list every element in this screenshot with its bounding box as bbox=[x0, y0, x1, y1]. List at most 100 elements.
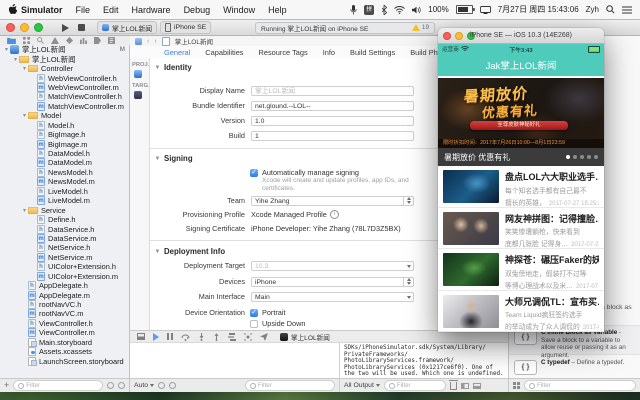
tab-build-settings[interactable]: Build Settings bbox=[350, 48, 395, 57]
upside-down-checkbox[interactable] bbox=[250, 319, 258, 328]
spotlight-search-icon[interactable] bbox=[606, 5, 615, 14]
debug-process-chip[interactable]: 掌上LOL新闻 bbox=[280, 332, 330, 342]
library-filter-field[interactable]: Filter bbox=[524, 380, 636, 391]
user-name[interactable]: Zyh bbox=[586, 5, 599, 14]
bluetooth-icon[interactable] bbox=[381, 4, 388, 15]
deployment-target-combo[interactable]: 10.3 bbox=[251, 260, 414, 271]
page-dot[interactable] bbox=[566, 155, 570, 159]
file-row-appdelegate-h[interactable]: h AppDelegate.h bbox=[0, 281, 129, 291]
file-row-viewcontroller-m[interactable]: m ViewController.m bbox=[0, 328, 129, 338]
menu-file[interactable]: File bbox=[76, 5, 91, 15]
forward-button[interactable]: › bbox=[154, 38, 156, 45]
input-method-icon[interactable]: 拼 bbox=[364, 4, 375, 15]
signing-section-header[interactable]: ▼ Signing bbox=[154, 154, 193, 163]
issue-navigator-icon[interactable] bbox=[51, 36, 59, 44]
file-row-uicolor-extension-m[interactable]: m UIColor+Extension.m bbox=[0, 271, 129, 281]
window-close-button[interactable] bbox=[6, 23, 15, 32]
warning-count-badge[interactable]: 19 bbox=[411, 24, 429, 32]
auto-signing-checkbox[interactable]: ✓ bbox=[250, 168, 258, 177]
file-row-launchscreen-storyboard[interactable]: LaunchScreen.storyboard bbox=[0, 356, 129, 366]
console-filter-field[interactable]: Filter bbox=[383, 380, 446, 391]
variables-filter-field[interactable]: Filter bbox=[245, 380, 335, 391]
view-debugger-button[interactable] bbox=[228, 332, 236, 341]
show-only-run-icon[interactable] bbox=[157, 382, 165, 389]
window-zoom-button[interactable] bbox=[34, 23, 43, 32]
recent-files-filter-icon[interactable] bbox=[107, 382, 114, 389]
page-dot[interactable] bbox=[587, 155, 591, 159]
hide-debug-area-button[interactable] bbox=[137, 333, 145, 340]
clear-console-button[interactable] bbox=[448, 379, 458, 390]
file-row-rootnavvc-m[interactable]: m rootNavVC.m bbox=[0, 309, 129, 319]
library-selector-icon[interactable] bbox=[513, 382, 520, 389]
scheme-selector[interactable]: 掌上LOL新闻 bbox=[97, 21, 158, 34]
project-item-icon[interactable] bbox=[134, 70, 142, 78]
file-row-model[interactable]: ▾ Model bbox=[0, 111, 129, 120]
file-row-define-h[interactable]: h Define.h bbox=[0, 215, 129, 225]
file-row-netservice-m[interactable]: m NetService.m bbox=[0, 252, 129, 262]
file-row-dataservice-h[interactable]: h DataService.h bbox=[0, 224, 129, 234]
file-row-matchviewcontroller-h[interactable]: h MatchViewController.h bbox=[0, 92, 129, 102]
simulate-location-button[interactable] bbox=[260, 332, 268, 341]
file-row-livemodel-h[interactable]: h LiveModel.h bbox=[0, 186, 129, 196]
file-row-model-h[interactable]: h Model.h bbox=[0, 120, 129, 130]
file-row-newsmodel-h[interactable]: h NewsModel.h bbox=[0, 167, 129, 177]
navigator-filter-field[interactable]: Filter bbox=[13, 380, 103, 391]
deployment-section-header[interactable]: ▼ Deployment Info bbox=[154, 247, 226, 256]
project-navigator-icon[interactable] bbox=[7, 37, 16, 44]
file-row-controller[interactable]: ▾ Controller bbox=[0, 64, 129, 73]
version-field[interactable]: 1.0 bbox=[251, 115, 414, 126]
scm-status-filter-icon[interactable] bbox=[118, 382, 125, 389]
debug-navigator-icon[interactable] bbox=[80, 37, 87, 44]
news-item[interactable]: 神探苍：碾压Faker的妖… 双兔傍地走，假装打不过等等博心理战术以及米…2017… bbox=[438, 249, 604, 291]
volume-icon[interactable] bbox=[412, 6, 421, 14]
file-row-datamodel-m[interactable]: m DataModel.m bbox=[0, 158, 129, 168]
file-row-datamodel-h[interactable]: h DataModel.h bbox=[0, 149, 129, 159]
stop-button[interactable] bbox=[78, 24, 85, 31]
battery-icon[interactable] bbox=[455, 5, 475, 14]
page-dot[interactable] bbox=[594, 155, 598, 159]
tab-capabilities[interactable]: Capabilities bbox=[205, 48, 243, 57]
jump-bar-item[interactable]: 掌上LOL新闻 bbox=[175, 36, 213, 46]
console-scope-menu[interactable]: All Output bbox=[344, 382, 380, 389]
disclosure-triangle[interactable]: ▾ bbox=[21, 207, 28, 214]
file-row-dataservice-m[interactable]: m DataService.m bbox=[0, 233, 129, 243]
wifi-icon[interactable] bbox=[394, 5, 406, 14]
back-button[interactable]: ‹ bbox=[147, 38, 149, 45]
pause-button[interactable] bbox=[167, 333, 173, 340]
build-field[interactable]: 1 bbox=[251, 130, 414, 141]
tab-resource-tags[interactable]: Resource Tags bbox=[259, 48, 308, 57]
menu-simulator[interactable]: Simulator bbox=[21, 5, 63, 15]
tab-general[interactable]: General bbox=[164, 48, 190, 57]
step-out-button[interactable] bbox=[213, 332, 220, 341]
symbol-navigator-icon[interactable] bbox=[23, 36, 30, 44]
page-dot[interactable] bbox=[573, 155, 577, 159]
apple-menu-icon[interactable] bbox=[8, 4, 17, 15]
step-over-button[interactable] bbox=[181, 333, 190, 341]
bundle-id-field[interactable]: net.glound.--LOL-- bbox=[251, 100, 414, 111]
file-row-netservice-h[interactable]: h NetService.h bbox=[0, 243, 129, 253]
memory-graph-button[interactable] bbox=[244, 332, 252, 341]
display-name-field[interactable]: 掌上LOL新闻 bbox=[251, 85, 414, 96]
file-row-rootnavvc-h[interactable]: h rootNavVC.h bbox=[0, 300, 129, 310]
news-item[interactable]: 盘点LOL六大职业选手… 每个知名选手都有自己最不 擅长的英雄， 2017-07-27… bbox=[438, 166, 604, 208]
step-into-button[interactable] bbox=[198, 332, 205, 341]
disclosure-triangle[interactable]: ▾ bbox=[12, 56, 19, 63]
news-item[interactable]: 网友神拼图：记得撞脸… 笑笑惨遭躺枪，快来看到 底都几张脸 记得身… 2017-07-… bbox=[438, 207, 604, 249]
file-row-webviewcontroller-h[interactable]: h WebViewController.h bbox=[0, 73, 129, 83]
window-minimize-button[interactable] bbox=[20, 23, 29, 32]
related-items-icon[interactable] bbox=[135, 37, 142, 45]
file-row-appdelegate-m[interactable]: m AppDelegate.m bbox=[0, 290, 129, 300]
info-toggle-icon[interactable] bbox=[168, 382, 176, 389]
file-row-uicolor-extension-h[interactable]: h UIColor+Extension.h bbox=[0, 262, 129, 272]
team-dropdown[interactable]: Yihe Zhang bbox=[251, 195, 414, 206]
disclosure-triangle[interactable]: ▾ bbox=[21, 112, 28, 119]
devices-dropdown[interactable]: iPhone bbox=[251, 276, 414, 287]
info-icon[interactable]: i bbox=[329, 210, 339, 219]
page-dot[interactable] bbox=[580, 155, 584, 159]
menubar-clock[interactable]: 7月27日 周四 15:43:06 bbox=[498, 4, 579, 15]
portrait-checkbox[interactable]: ✓ bbox=[250, 308, 258, 317]
menu-hardware[interactable]: Hardware bbox=[132, 5, 171, 15]
file-row-bigimage-m[interactable]: m BigImage.m bbox=[0, 139, 129, 149]
breakpoint-navigator-icon[interactable] bbox=[94, 36, 101, 44]
disclosure-triangle[interactable]: ▾ bbox=[21, 65, 28, 72]
